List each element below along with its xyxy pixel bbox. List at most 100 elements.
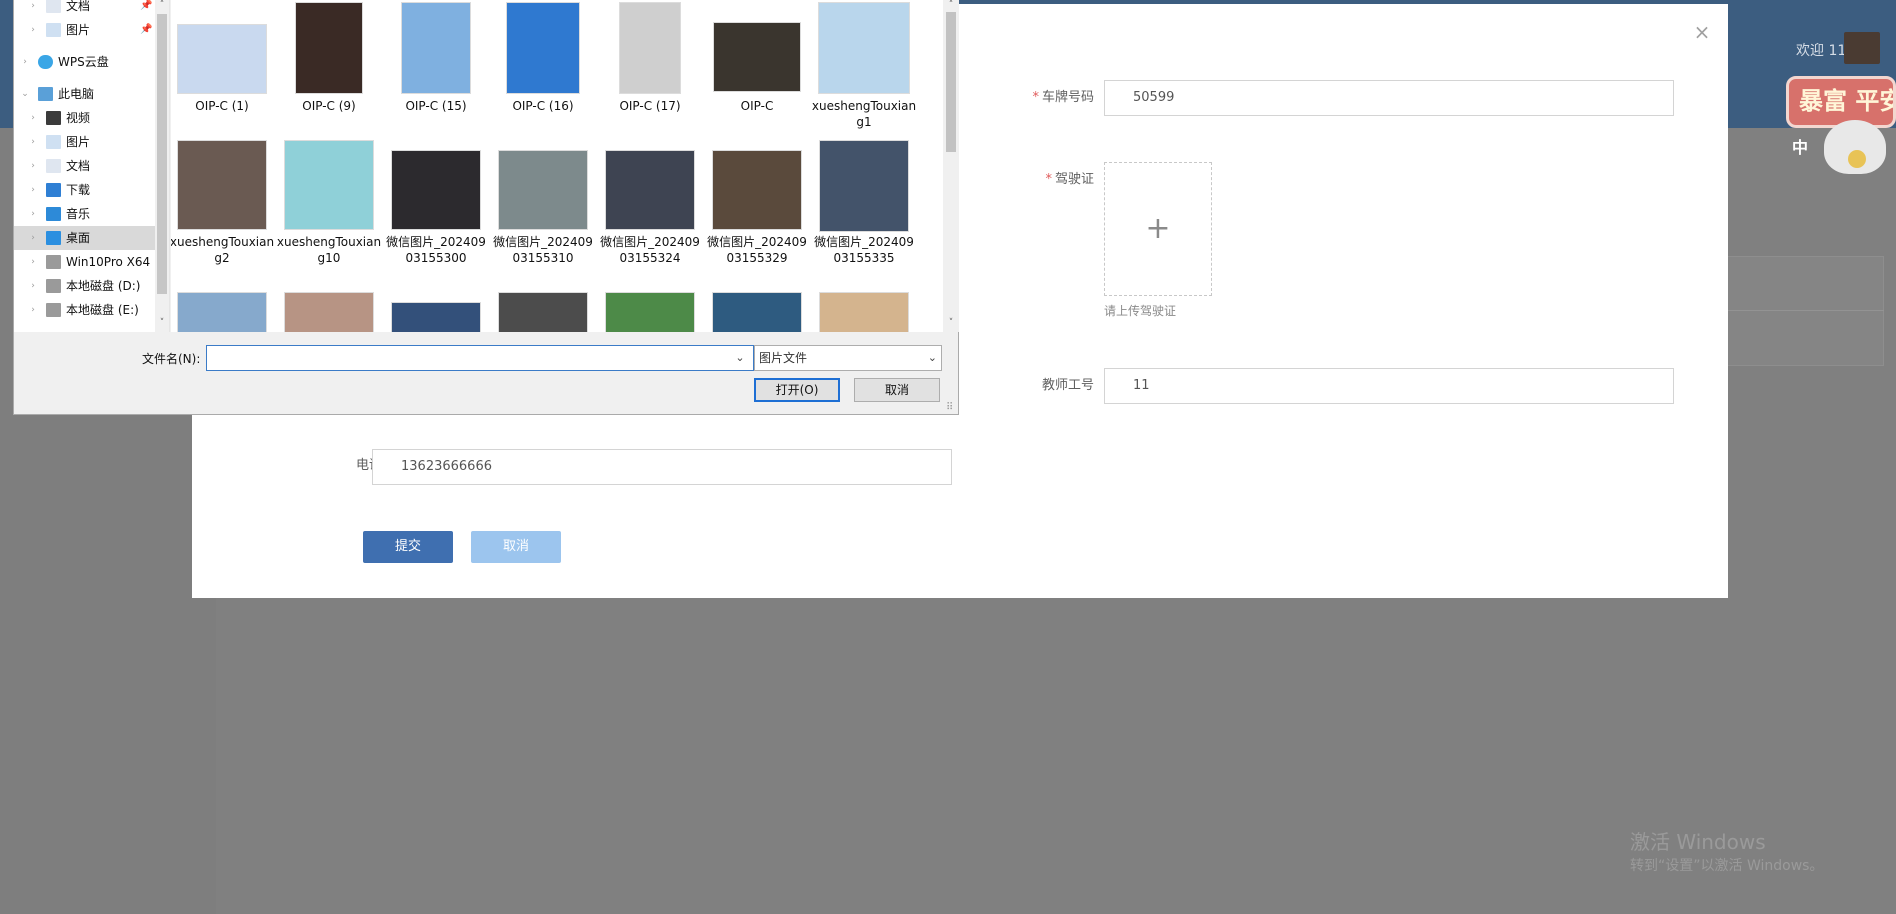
scroll-up-icon[interactable]: ˄: [944, 0, 958, 10]
plate-input[interactable]: 50599: [1104, 80, 1674, 116]
chevron-right-icon[interactable]: ›: [28, 202, 38, 226]
chevron-right-icon[interactable]: ›: [28, 106, 38, 130]
filetype-select[interactable]: 图片文件 ⌄: [754, 345, 942, 371]
file-name: 微信图片_20240903155324: [600, 235, 700, 265]
file-list: OIP-C (1) OIP-C (9) OIP-C (15) OIP-C (16) OI…: [171, 0, 943, 332]
file-name: 微信图片_20240903155300: [386, 235, 486, 265]
picture-icon: [46, 23, 61, 37]
files-scroll-thumb[interactable]: [946, 12, 956, 152]
activation-watermark-title: 激活 Windows: [1630, 830, 1766, 854]
nav-item-label: 本地磁盘 (E:): [66, 303, 139, 317]
chevron-right-icon[interactable]: ›: [28, 0, 38, 18]
plate-label: * 车牌号码: [1032, 90, 1094, 105]
nav-scroll-thumb[interactable]: [157, 14, 167, 294]
required-mark: *: [1045, 172, 1052, 187]
file-thumbnail: [619, 2, 681, 94]
license-label: * 驾驶证: [1045, 172, 1094, 187]
desktop-icon: [46, 231, 61, 245]
file-thumbnail: [177, 24, 267, 94]
dialog-cancel-button[interactable]: 取消: [854, 378, 940, 402]
nav-item-label: 本地磁盘 (D:): [66, 279, 141, 293]
files-scrollbar[interactable]: ˄ ˅: [943, 0, 959, 332]
phone-input[interactable]: 13623666666: [372, 449, 952, 485]
nav-item[interactable]: › 文档 📌: [14, 0, 169, 18]
sticker-badge: 暴富 平安: [1786, 76, 1896, 128]
sticker-sub: 中: [1792, 138, 1809, 157]
plus-icon: +: [1145, 211, 1171, 246]
download-icon: [46, 183, 61, 197]
chevron-right-icon[interactable]: ›: [28, 274, 38, 298]
file-name: OIP-C: [740, 99, 774, 113]
file-thumbnail: [605, 292, 695, 332]
nav-item-label: 文档: [66, 159, 91, 173]
filename-input[interactable]: [206, 345, 754, 371]
scroll-down-icon[interactable]: ˅: [155, 318, 169, 328]
file-thumbnail: [713, 22, 801, 92]
teacher-no-input[interactable]: 11: [1104, 368, 1674, 404]
file-name: OIP-C (16): [512, 99, 574, 113]
close-icon[interactable]: ×: [1692, 22, 1712, 42]
open-button[interactable]: 打开(O): [754, 378, 840, 402]
chevron-right-icon[interactable]: ›: [28, 298, 38, 322]
nav-item-label: 图片: [66, 23, 91, 37]
nav-item-label: 桌面: [66, 231, 91, 245]
activation-watermark-sub: 转到“设置”以激活 Windows。: [1630, 858, 1824, 874]
computer-icon: [38, 87, 53, 101]
file-name: 微信图片_20240903155310: [493, 235, 593, 265]
nav-item[interactable]: › 下载: [14, 178, 169, 202]
nav-item[interactable]: ⌄ 此电脑: [14, 82, 169, 106]
nav-item-label: 下载: [66, 183, 91, 197]
chevron-right-icon[interactable]: ›: [28, 130, 38, 154]
nav-item[interactable]: › 桌面: [14, 226, 169, 250]
nav-item-label: 此电脑: [58, 87, 95, 101]
avatar[interactable]: [1844, 32, 1880, 64]
chevron-right-icon[interactable]: ›: [28, 226, 38, 250]
filename-label: 文件名(N):: [142, 352, 201, 366]
file-thumbnail: [391, 150, 481, 230]
file-thumbnail: [819, 292, 909, 332]
submit-button[interactable]: 提交: [363, 531, 453, 563]
nav-item[interactable]: › 视频: [14, 106, 169, 130]
sticker-decoration: 暴富 平安 中: [1786, 70, 1896, 180]
nav-item[interactable]: › 本地磁盘 (E:): [14, 298, 169, 322]
file-thumbnail: [284, 292, 374, 332]
license-upload[interactable]: +: [1104, 162, 1212, 296]
teacher-no-label: 教师工号: [1041, 378, 1094, 393]
resize-grip-icon[interactable]: ⠿: [946, 402, 953, 413]
nav-item[interactable]: › 音乐: [14, 202, 169, 226]
video-icon: [46, 111, 61, 125]
nav-item[interactable]: › 图片 📌: [14, 18, 169, 42]
nav-item-label: 图片: [66, 135, 91, 149]
chevron-right-icon[interactable]: ›: [28, 178, 38, 202]
file-thumbnail: [177, 140, 267, 230]
file-thumbnail: [712, 150, 802, 230]
cloud-icon: [38, 55, 53, 69]
nav-scrollbar[interactable]: ˄ ˅: [155, 0, 169, 332]
file-open-dialog: › 文档 📌 › 图片 📌 › WPS云盘 ⌄ 此电脑 › 视频 › 图片 › 文档 › 下载 › 音乐 › 桌面 › Win…: [13, 0, 959, 415]
file-thumbnail: [498, 150, 588, 230]
filetype-value: 图片文件: [759, 351, 808, 365]
nav-item[interactable]: › Win10Pro X64: [14, 250, 169, 274]
drive-icon: [46, 303, 61, 317]
scroll-up-icon[interactable]: ˄: [155, 0, 169, 10]
nav-item[interactable]: › 图片: [14, 130, 169, 154]
scroll-down-icon[interactable]: ˅: [944, 318, 958, 328]
document-icon: [46, 0, 61, 13]
file-name: xueshengTouxiang1: [811, 99, 917, 129]
chevron-down-icon[interactable]: ⌄: [728, 345, 752, 371]
nav-item[interactable]: › 本地磁盘 (D:): [14, 274, 169, 298]
chevron-down-icon: ⌄: [927, 351, 937, 364]
cancel-button[interactable]: 取消: [471, 531, 561, 563]
nav-item[interactable]: › 文档: [14, 154, 169, 178]
file-thumbnail: [605, 150, 695, 230]
nav-item[interactable]: › WPS云盘: [14, 50, 169, 74]
chevron-down-icon[interactable]: ⌄: [20, 82, 30, 106]
file-thumbnail: [712, 292, 802, 332]
chevron-right-icon[interactable]: ›: [28, 18, 38, 42]
file-name: xueshengTouxiang2: [171, 235, 275, 265]
chevron-right-icon[interactable]: ›: [20, 50, 30, 74]
file-thumbnail: [284, 140, 374, 230]
file-name: 微信图片_20240903155335: [814, 235, 914, 265]
chevron-right-icon[interactable]: ›: [28, 154, 38, 178]
chevron-right-icon[interactable]: ›: [28, 250, 38, 274]
